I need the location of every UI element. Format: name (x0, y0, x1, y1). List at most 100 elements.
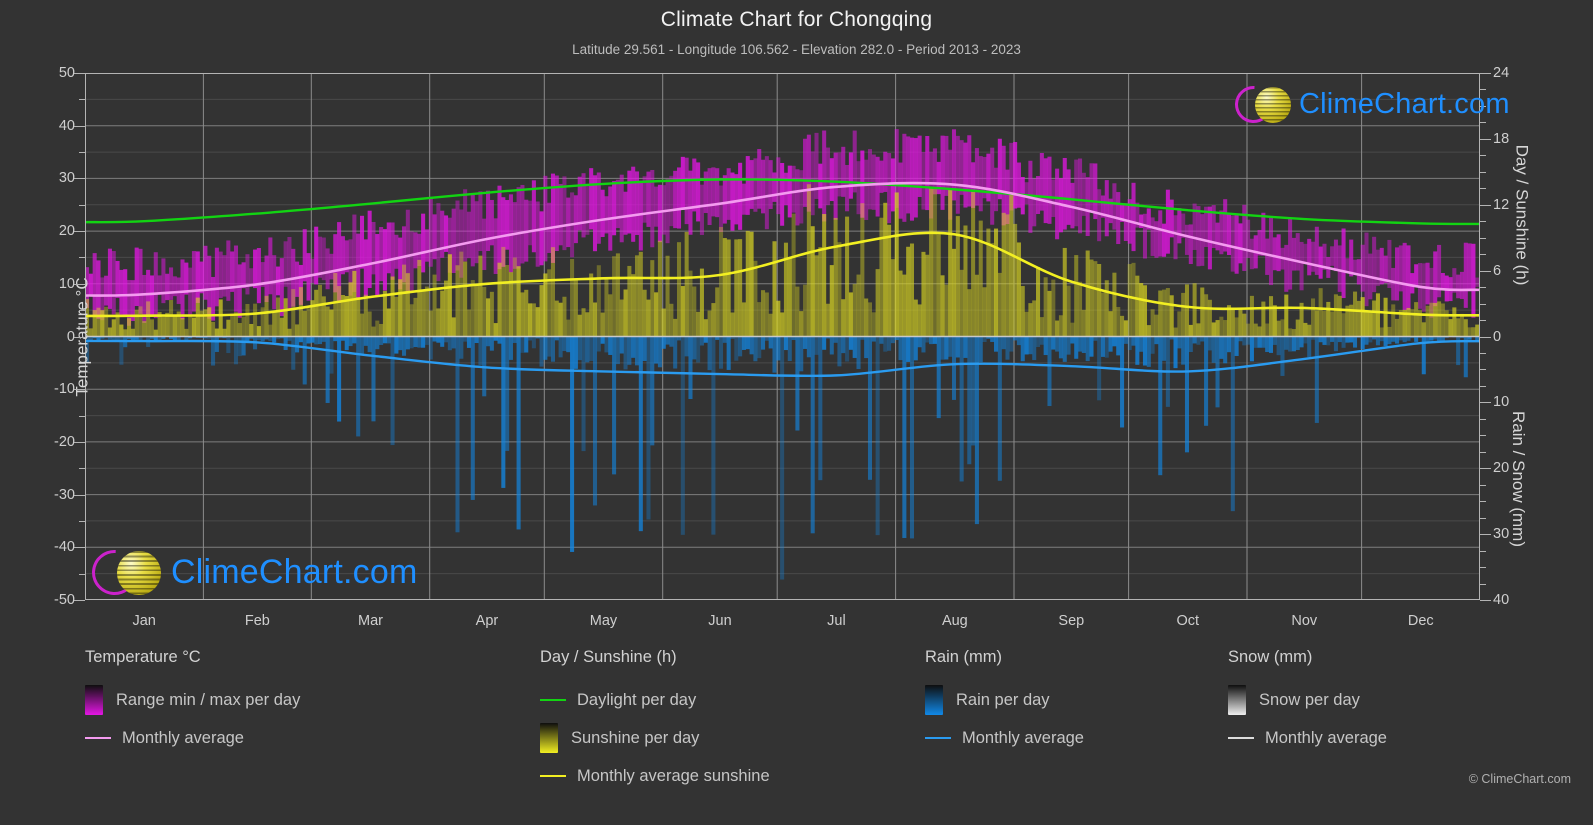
axis-tickmark (74, 231, 85, 233)
axis-tickmark (1480, 550, 1486, 552)
legend-column-title: Rain (mm) (925, 648, 1002, 666)
axis-tickmark (79, 415, 85, 417)
axis-tickmark (1480, 270, 1491, 272)
axis-tickmark (1480, 171, 1486, 173)
axis-tickmark (1480, 385, 1486, 387)
sunshine-average-line (85, 231, 1480, 318)
axis-tickmark (1480, 534, 1491, 536)
legend-item-label: Monthly average sunshine (577, 766, 770, 785)
axis-tickmark (74, 336, 85, 338)
y-axis-left-tick: -20 (54, 433, 75, 450)
axis-tickmark (1480, 451, 1486, 453)
axis-tickmark (79, 257, 85, 259)
x-axis-tick-feb: Feb (244, 613, 270, 629)
legend-column-title: Snow (mm) (1228, 648, 1313, 666)
climate-chart: Climate Chart for Chongqing Latitude 29.… (0, 0, 1593, 825)
axis-tickmark (1480, 105, 1486, 107)
axis-tickmark (1480, 352, 1486, 354)
legend-item-label: Monthly average (962, 728, 1084, 747)
x-axis-tick-aug: Aug (941, 613, 968, 629)
axis-tickmark (1480, 303, 1486, 305)
y-axis-right-top-tick: 12 (1493, 196, 1510, 213)
legend-item-label: Monthly average (122, 728, 244, 747)
legend-line-icon (85, 737, 111, 739)
y-axis-right-top-tick: 18 (1493, 130, 1510, 147)
legend-column-temperature-c: Temperature °C Range min / max per day Mon… (85, 648, 300, 757)
y-axis-right-top-tick: 6 (1493, 262, 1502, 279)
rain-average-line (85, 339, 1480, 378)
axis-tickmark (79, 204, 85, 206)
legend-item[interactable]: Rain per day (925, 681, 1084, 719)
axis-tickmark (74, 600, 85, 601)
legend-item-label: Rain per day (956, 690, 1050, 709)
axis-tickmark (1480, 204, 1491, 206)
data-lines (85, 178, 1480, 378)
x-axis-tick-jul: Jul (827, 613, 846, 629)
axis-tickmark (1480, 237, 1486, 239)
axis-tickmark (74, 494, 85, 496)
legend-swatch-icon (85, 685, 103, 715)
legend-item-label: Daylight per day (577, 690, 697, 709)
axis-tickmark (1480, 122, 1486, 124)
temperature-average-line (85, 181, 1480, 297)
y-axis-left-tick: 0 (66, 328, 75, 345)
axis-tickmark (79, 468, 85, 470)
page-subtitle: Latitude 29.561 - Longitude 106.562 - El… (572, 42, 1021, 57)
x-axis-tick-may: May (589, 613, 618, 629)
chart-legend: Temperature °C Range min / max per day Mon… (0, 648, 1593, 808)
axis-tickmark (74, 283, 85, 285)
axis-tickmark (1480, 138, 1491, 140)
legend-swatch-icon (540, 723, 558, 753)
legend-item[interactable]: Snow per day (1228, 681, 1387, 719)
legend-item-label: Monthly average (1265, 728, 1387, 747)
x-axis-tick-apr: Apr (475, 613, 499, 629)
legend-item-label: Snow per day (1259, 690, 1360, 709)
axis-tickmark (1480, 254, 1486, 256)
plot-clip (85, 73, 1480, 600)
axis-tickmark (1480, 369, 1486, 371)
axis-tickmark (1480, 567, 1486, 569)
legend-item[interactable]: Monthly average sunshine (540, 757, 770, 795)
y-axis-left-tick: 50 (58, 65, 75, 81)
axis-tickmark (74, 73, 85, 74)
legend-column-day-sunshine-h: Day / Sunshine (h) Daylight per day Sunshi… (540, 648, 770, 795)
axis-tickmark (1480, 501, 1486, 503)
axis-tickmark (1480, 517, 1486, 519)
legend-item-label: Range min / max per day (116, 690, 301, 709)
axis-tickmark (79, 573, 85, 575)
legend-item[interactable]: Sunshine per day (540, 719, 770, 757)
legend-item[interactable]: Monthly average (925, 719, 1084, 757)
axis-tickmark (1480, 418, 1486, 420)
x-axis-tick-sep: Sep (1058, 613, 1085, 629)
legend-column-title: Temperature °C (85, 648, 201, 666)
y-axis-left-tick: -30 (54, 486, 75, 503)
axis-tickmark (79, 362, 85, 364)
axis-tickmark (79, 99, 85, 101)
axis-tickmark (1480, 89, 1486, 91)
legend-item[interactable]: Daylight per day (540, 681, 770, 719)
legend-item-label: Sunshine per day (571, 728, 700, 747)
y-axis-right-top-tick: 0 (1493, 328, 1502, 345)
x-axis-tick-oct: Oct (1176, 613, 1200, 629)
axis-tickmark (1480, 468, 1491, 470)
y-axis-left-tick: 40 (58, 117, 75, 134)
legend-item[interactable]: Range min / max per day (85, 681, 300, 719)
y-axis-left-tick: 10 (58, 275, 75, 292)
axis-tickmark (79, 152, 85, 154)
axis-tickmark (74, 441, 85, 443)
legend-swatch-icon (925, 685, 943, 715)
axis-tickmark (74, 125, 85, 127)
y-axis-left-tick: -40 (54, 539, 75, 556)
axis-tickmark (79, 310, 85, 312)
legend-item[interactable]: Monthly average (85, 719, 300, 757)
y-axis-left-tick: 20 (58, 223, 75, 240)
axis-tickmark (74, 178, 85, 180)
legend-line-icon (1228, 737, 1254, 739)
x-axis-tick-mar: Mar (357, 613, 383, 629)
legend-item[interactable]: Monthly average (1228, 719, 1387, 757)
page-title: Climate Chart for Chongqing (660, 8, 933, 31)
y-axis-right-top-tick: 24 (1493, 65, 1510, 81)
axis-tickmark (1480, 583, 1486, 585)
legend-swatch-icon (1228, 685, 1246, 715)
plot-area: Temperature °C Day / Sunshine (h) Rain /… (54, 65, 1532, 629)
